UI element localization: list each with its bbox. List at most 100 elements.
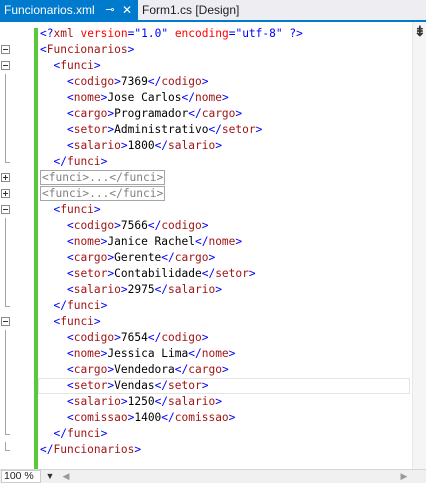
code-token: " <box>275 27 283 40</box>
code-token: > <box>114 331 121 344</box>
code-token: utf-8 <box>242 27 276 40</box>
outline-guide <box>5 250 6 266</box>
code-token: setor <box>221 123 256 136</box>
code-line[interactable]: <salario>2975</salario> <box>0 282 412 298</box>
code-line[interactable]: </funci> <box>0 154 412 170</box>
tab-label: Form1.cs [Design] <box>142 3 240 17</box>
code-line[interactable]: <salario>1250</salario> <box>0 394 412 410</box>
code-line[interactable]: <codigo>7654</codigo> <box>0 330 412 346</box>
code-token: </ <box>161 411 175 424</box>
code-line[interactable]: <salario>1800</salario> <box>0 138 412 154</box>
code-token: codigo <box>161 75 202 88</box>
outline-guide <box>5 362 6 378</box>
code-token: </ <box>174 363 189 376</box>
code-token: codigo <box>161 331 202 344</box>
code-line[interactable]: <cargo>Gerente</cargo> <box>0 250 412 266</box>
code-token: codigo <box>73 331 115 344</box>
code-token: </ <box>181 91 195 104</box>
code-token: funci <box>66 155 101 168</box>
code-line[interactable]: <setor>Administrativo</setor> <box>0 122 412 138</box>
code-line[interactable]: <codigo>7369</codigo> <box>0 74 412 90</box>
expand-icon[interactable] <box>1 173 10 182</box>
collapsed-region[interactable]: <funci>...</funci> <box>40 170 166 185</box>
code-token: < <box>66 219 74 232</box>
scroll-right-icon[interactable]: ▶ <box>398 470 410 483</box>
code-text: <cargo>Programador</cargo> <box>40 106 242 122</box>
code-token: > <box>215 283 222 296</box>
tab-funcionarios-xml[interactable]: Funcionarios.xml ⊸ ✕ <box>0 0 138 20</box>
code-line[interactable]: </funci> <box>0 298 412 314</box>
code-text: <codigo>7654</codigo> <box>40 330 209 346</box>
code-line[interactable]: <cargo>Vendedora</cargo> <box>0 362 412 378</box>
code-line[interactable]: <?xml version="1.0" encoding="utf-8" ?> <box>0 26 412 42</box>
vertical-scrollbar[interactable]: ⇟ <box>412 22 426 469</box>
code-line[interactable]: <cargo>Programador</cargo> <box>0 106 412 122</box>
code-line[interactable]: <nome>Jose Carlos</nome> <box>0 90 412 106</box>
code-text: <nome>Jose Carlos</nome> <box>40 90 229 106</box>
code-token: Funcionarios <box>46 43 128 56</box>
code-line[interactable]: <setor>Vendas</setor> <box>0 378 412 394</box>
code-line[interactable]: <funci> <box>0 58 412 74</box>
code-token: > <box>93 315 101 328</box>
outline-end-tick <box>5 434 10 435</box>
scroll-left-icon[interactable]: ◀ <box>60 470 72 483</box>
collapse-icon[interactable] <box>1 61 10 70</box>
collapsed-region[interactable]: <funci>...</funci> <box>40 186 166 201</box>
code-token: </ <box>208 123 222 136</box>
code-token: </ <box>40 443 54 456</box>
code-token: > <box>248 267 256 280</box>
code-text: <funci> <box>40 314 101 330</box>
code-text: <nome>Janice Rachel</nome> <box>40 234 242 250</box>
code-line[interactable]: <funci>...</funci> <box>0 170 412 186</box>
close-icon[interactable]: ✕ <box>121 3 133 17</box>
code-token: comissao <box>73 411 128 424</box>
code-line[interactable]: <funci>...</funci> <box>0 186 412 202</box>
code-text: <salario>1800</salario> <box>40 138 222 154</box>
code-token: > <box>100 299 108 312</box>
code-token: cargo <box>174 251 209 264</box>
code-line[interactable]: <funci> <box>0 202 412 218</box>
code-line[interactable]: <funci> <box>0 314 412 330</box>
xml-code-editor[interactable]: <?xml version="1.0" encoding="utf-8" ?> <… <box>0 22 426 469</box>
pin-icon[interactable]: ⊸ <box>104 3 116 17</box>
code-token: > <box>114 75 121 88</box>
code-line[interactable]: <nome>Janice Rachel</nome> <box>0 234 412 250</box>
code-line[interactable]: </funci> <box>0 426 412 442</box>
code-token: funci <box>60 315 94 328</box>
code-token: </ <box>53 155 67 168</box>
code-token: salario <box>168 395 216 408</box>
code-token: < <box>66 91 74 104</box>
code-line[interactable]: <Funcionarios> <box>0 42 412 58</box>
collapse-icon[interactable] <box>1 317 10 326</box>
split-handle-icon[interactable]: ⇟ <box>414 24 426 38</box>
outline-guide <box>5 282 6 298</box>
tab-form1-design[interactable]: Form1.cs [Design] <box>140 0 270 20</box>
code-line[interactable]: <setor>Contabilidade</setor> <box>0 266 412 282</box>
code-line[interactable]: <nome>Jessica Lima</nome> <box>0 346 412 362</box>
code-token: </ <box>154 379 169 392</box>
chevron-down-icon[interactable]: ▼ <box>44 470 56 483</box>
code-token: funci <box>66 427 101 440</box>
code-token: setor <box>215 267 249 280</box>
collapse-icon[interactable] <box>1 205 10 214</box>
code-token: > <box>134 443 142 456</box>
code-token: cargo <box>73 251 108 264</box>
code-text: <codigo>7566</codigo> <box>40 218 209 234</box>
zoom-level-combo[interactable]: 100 % <box>1 470 41 483</box>
expand-icon[interactable] <box>1 189 10 198</box>
collapse-icon[interactable] <box>1 45 10 54</box>
code-line[interactable]: <codigo>7566</codigo> <box>0 218 412 234</box>
code-token: > <box>201 331 209 344</box>
code-line[interactable]: </Funcionarios> <box>0 442 412 458</box>
code-line[interactable]: <comissao>1400</comissao> <box>0 410 412 426</box>
